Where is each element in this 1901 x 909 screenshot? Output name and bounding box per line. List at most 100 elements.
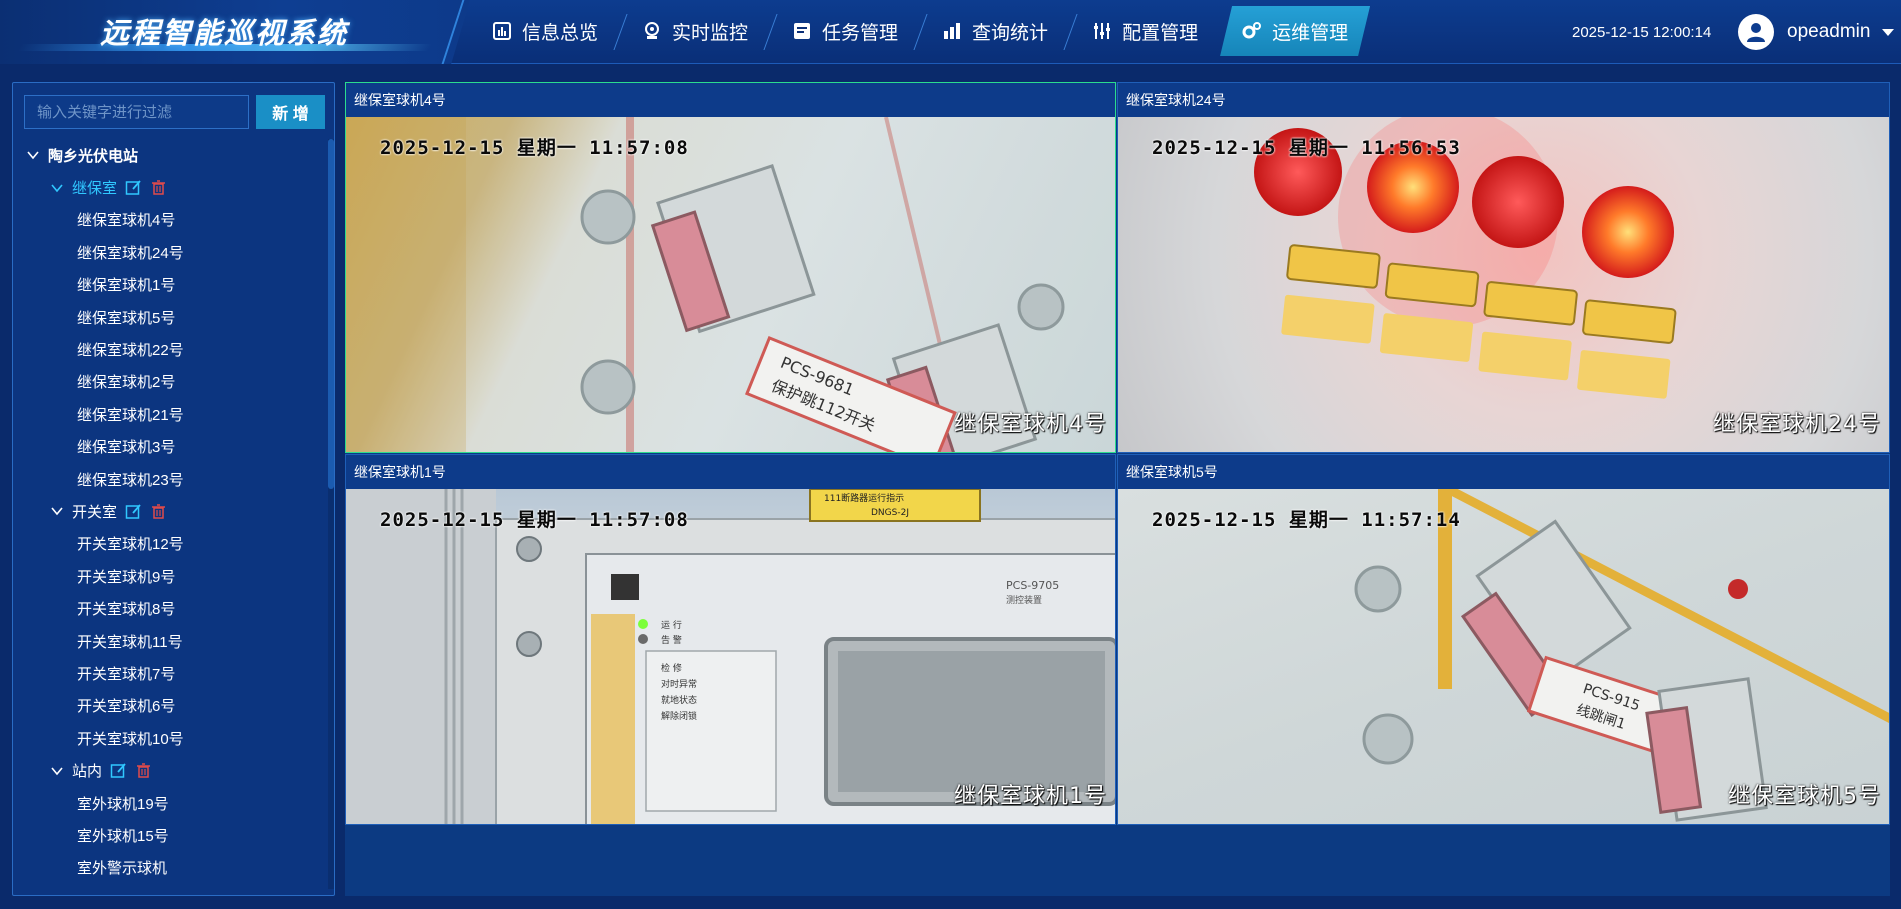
device-model-sub: 测控装置 xyxy=(1006,594,1042,606)
chevron-down-icon[interactable] xyxy=(51,505,63,517)
app-title: 远程智能巡视系统 xyxy=(100,18,349,50)
device-sidebar: 新 增 陶乡光伏电站 继保室 继保室球机4号 继保室球机24号 继保室球机1号 … xyxy=(12,82,335,896)
osd-timestamp: 2025-12-15 星期一 11:56:53 xyxy=(1152,137,1461,159)
chevron-down-icon[interactable] xyxy=(51,765,63,777)
tree-leaf[interactable]: 继保室球机23号 xyxy=(13,463,321,495)
tree-leaf[interactable]: 室外警示球机 xyxy=(13,852,321,884)
tree-leaf[interactable]: 开关室球机6号 xyxy=(13,690,321,722)
tree-leaf[interactable]: 室外球机19号 xyxy=(13,787,321,819)
tree-leaf[interactable]: 开关室球机10号 xyxy=(13,722,321,754)
tree-group[interactable]: 站内 xyxy=(13,754,321,786)
webcam-icon xyxy=(645,22,660,39)
edit-icon[interactable] xyxy=(125,503,142,520)
video-scene-art: PCS-9681 保护跳112开关 xyxy=(346,117,1115,452)
nav-item-tasks[interactable]: 任务管理 xyxy=(770,6,920,56)
device-model-label: PCS-9705 xyxy=(1006,579,1059,592)
tree-leaf[interactable]: 继保室球机24号 xyxy=(13,236,321,268)
status-line: 解除闭锁 xyxy=(661,710,697,722)
nav-label: 运维管理 xyxy=(1272,22,1349,44)
main-nav: 信息总览 实时监控 任务管理 查询统计 配置管理 运维管理 xyxy=(470,6,1370,56)
status-run-label: 运 行 xyxy=(661,619,682,631)
osd-timestamp: 2025-12-15 星期一 11:57:08 xyxy=(380,509,689,531)
video-stream[interactable]: PCS-915 线跳闸1 2025-12-15 星期一 11:57:14 继保室… xyxy=(1118,489,1889,824)
video-cell[interactable]: 继保室球机1号 111断路器运行指示 DNGS-2J PCS-9705 测控装置 xyxy=(345,454,1116,825)
tree-group-label: 站内 xyxy=(72,763,103,781)
tree-leaf[interactable]: 开关室球机7号 xyxy=(13,657,321,689)
tree-leaf[interactable]: 开关室球机11号 xyxy=(13,625,321,657)
tree-group-label: 开关室 xyxy=(72,503,118,521)
device-tree: 陶乡光伏电站 继保室 继保室球机4号 继保室球机24号 继保室球机1号 继保室球… xyxy=(13,139,321,889)
tree-group-label: 继保室 xyxy=(72,180,118,198)
video-cell[interactable]: 继保室球机5号 PCS-915 线跳闸1 2025-12-15 星期一 11:5… xyxy=(1117,454,1890,825)
equipment-label: 111断路器运行指示 xyxy=(824,492,904,504)
tree-leaf[interactable]: 继保室球机21号 xyxy=(13,398,321,430)
username[interactable]: opeadmin xyxy=(1787,21,1870,43)
task-icon xyxy=(794,23,811,39)
tree-leaf[interactable]: 继保室球机2号 xyxy=(13,366,321,398)
nav-label: 查询统计 xyxy=(972,22,1049,44)
stats-icon xyxy=(944,23,961,39)
video-scene-art: PCS-915 线跳闸1 xyxy=(1354,489,1889,822)
osd-timestamp: 2025-12-15 星期一 11:57:14 xyxy=(1152,509,1461,531)
bar-chart-icon xyxy=(493,22,511,40)
delete-icon[interactable] xyxy=(135,762,152,779)
nav-item-config[interactable]: 配置管理 xyxy=(1070,6,1220,56)
osd-timestamp: 2025-12-15 星期一 11:57:08 xyxy=(380,137,689,159)
chevron-down-icon[interactable] xyxy=(1882,28,1895,36)
video-scene-art: 111断路器运行指示 DNGS-2J PCS-9705 测控装置 运 行 告 警… xyxy=(346,489,1115,824)
tree-root-label: 陶乡光伏电站 xyxy=(48,147,139,165)
user-icon xyxy=(1747,23,1765,42)
status-line: 就地状态 xyxy=(661,694,697,706)
nav-item-monitor[interactable]: 实时监控 xyxy=(620,6,770,56)
nav-label: 配置管理 xyxy=(1122,22,1199,44)
tree-leaf[interactable]: 继保室球机3号 xyxy=(13,431,321,463)
current-datetime: 2025-12-15 12:00:14 xyxy=(1572,24,1712,41)
tree-leaf[interactable]: 继保室球机22号 xyxy=(13,333,321,365)
tree-group[interactable]: 开关室 xyxy=(13,495,321,527)
nav-item-ops[interactable]: 运维管理 xyxy=(1220,6,1370,56)
avatar[interactable] xyxy=(1738,14,1774,50)
sliders-icon xyxy=(1094,23,1111,39)
video-cell-title: 继保室球机5号 xyxy=(1118,455,1889,489)
chevron-down-icon[interactable] xyxy=(27,149,39,161)
video-stream[interactable]: 111断路器运行指示 DNGS-2J PCS-9705 测控装置 运 行 告 警… xyxy=(346,489,1115,824)
tree-leaf[interactable]: 继保室球机4号 xyxy=(13,204,321,236)
video-cell[interactable]: 继保室球机24号 2025-12-15 星期一 11:56:53 继保室球机24… xyxy=(1117,82,1890,453)
tree-leaf[interactable]: 开关室球机8号 xyxy=(13,592,321,624)
search-input[interactable] xyxy=(24,95,249,129)
tree-leaf[interactable]: 继保室球机5号 xyxy=(13,301,321,333)
video-cell-title: 继保室球机24号 xyxy=(1118,83,1889,117)
gears-icon xyxy=(1242,21,1262,41)
status-line: 对时异常 xyxy=(661,678,697,690)
equipment-label: DNGS-2J xyxy=(871,508,909,518)
top-bar: 远程智能巡视系统 信息总览 实时监控 任务管理 查询统计 配置管理 运维管理 2… xyxy=(0,0,1901,64)
osd-camera-name: 继保室球机24号 xyxy=(1713,412,1881,437)
delete-icon[interactable] xyxy=(150,179,167,196)
nav-label: 信息总览 xyxy=(522,22,599,44)
video-stream[interactable]: PCS-9681 保护跳112开关 2025-12-15 星期一 11:57:0… xyxy=(346,117,1115,452)
tree-root[interactable]: 陶乡光伏电站 xyxy=(13,139,321,171)
video-cell[interactable]: 继保室球机4号 PCS-9681 保护跳112开关 2025-12-15 星期一… xyxy=(345,82,1116,453)
video-stream[interactable]: 2025-12-15 星期一 11:56:53 继保室球机24号 xyxy=(1118,117,1889,452)
tree-group[interactable]: 继保室 xyxy=(13,171,321,203)
video-cell-title: 继保室球机4号 xyxy=(346,83,1115,117)
tree-leaf[interactable]: 开关室球机12号 xyxy=(13,528,321,560)
scrollbar-thumb[interactable] xyxy=(328,139,334,489)
tree-leaf[interactable]: 室外球机15号 xyxy=(13,819,321,851)
osd-camera-name: 继保室球机1号 xyxy=(954,784,1107,809)
nav-label: 任务管理 xyxy=(822,22,899,44)
nav-item-overview[interactable]: 信息总览 xyxy=(470,6,620,56)
video-grid: 继保室球机4号 PCS-9681 保护跳112开关 2025-12-15 星期一… xyxy=(345,82,1890,896)
nav-label: 实时监控 xyxy=(672,22,749,44)
user-menu[interactable]: opeadmin xyxy=(1738,14,1895,50)
video-scene-art xyxy=(1254,117,1677,399)
edit-icon[interactable] xyxy=(110,762,127,779)
chevron-down-icon[interactable] xyxy=(51,182,63,194)
tree-leaf[interactable]: 继保室球机1号 xyxy=(13,269,321,301)
add-button[interactable]: 新 增 xyxy=(256,95,325,129)
tree-leaf[interactable]: 开关室球机9号 xyxy=(13,560,321,592)
tree-scrollbar[interactable] xyxy=(328,139,334,889)
nav-item-query[interactable]: 查询统计 xyxy=(920,6,1070,56)
delete-icon[interactable] xyxy=(150,503,167,520)
edit-icon[interactable] xyxy=(125,179,142,196)
